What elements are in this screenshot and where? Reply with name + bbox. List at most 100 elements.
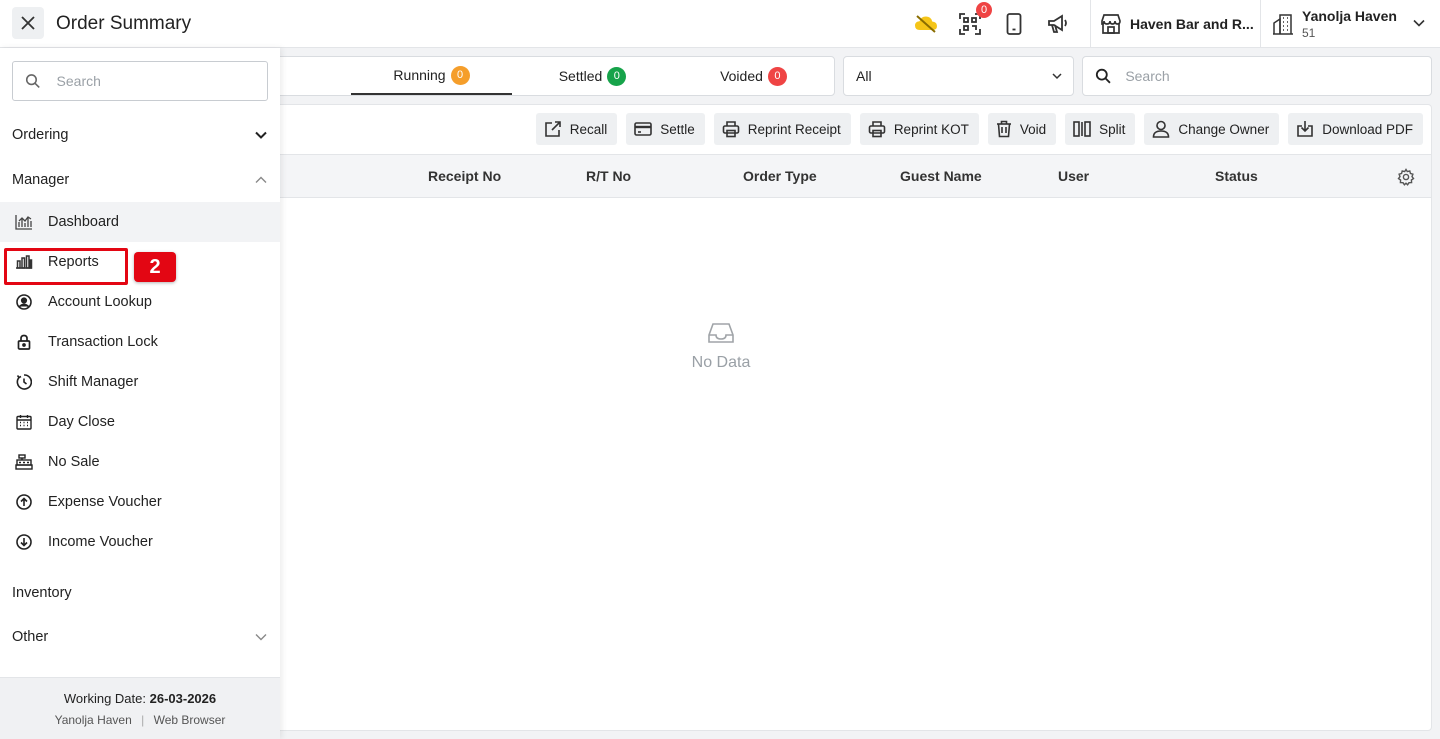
- session-meta: Yanolja Haven | Web Browser: [0, 713, 280, 727]
- tab-running[interactable]: Running 0: [351, 57, 512, 95]
- tab-voided[interactable]: Voided 0: [673, 57, 834, 95]
- user-icon: [1153, 120, 1170, 138]
- property-selector[interactable]: Yanolja Haven 51: [1272, 6, 1397, 42]
- venue-selector[interactable]: Haven Bar and R...: [1100, 12, 1254, 36]
- sidebar-item-expense-voucher[interactable]: Expense Voucher: [0, 482, 280, 522]
- tab-count-badge: 0: [767, 66, 787, 86]
- tablet-icon[interactable]: [1002, 12, 1026, 36]
- nav-group-label: Other: [12, 629, 49, 645]
- close-icon: [21, 16, 35, 30]
- button-label: Void: [1019, 121, 1047, 137]
- app-header: Order Summary 0 Haven Bar and R... Yanol…: [0, 0, 1440, 48]
- nav-group-inventory[interactable]: Inventory: [12, 582, 268, 604]
- calendar-icon: [14, 412, 34, 432]
- column-header-order-type[interactable]: Order Type: [743, 168, 817, 184]
- cloud-off-icon[interactable]: [914, 12, 938, 36]
- column-header-receipt-no[interactable]: Receipt No: [428, 168, 501, 184]
- column-header-status[interactable]: Status: [1215, 168, 1258, 184]
- download-icon: [1297, 121, 1314, 137]
- column-header-guest-name[interactable]: Guest Name: [900, 168, 982, 184]
- reprint-kot-button[interactable]: Reprint KOT: [859, 113, 979, 145]
- sidebar-item-label: Day Close: [48, 414, 115, 430]
- button-label: Reprint KOT: [893, 121, 969, 137]
- close-button[interactable]: [12, 7, 44, 39]
- sidebar-item-day-close[interactable]: Day Close: [0, 402, 280, 442]
- search-icon: [25, 74, 40, 89]
- working-date-label: Working Date:: [63, 691, 146, 706]
- arrow-up-circle-icon: [14, 492, 34, 512]
- nav-group-ordering[interactable]: Ordering: [12, 124, 268, 146]
- megaphone-icon[interactable]: [1046, 12, 1070, 36]
- trash-icon: [996, 120, 1011, 138]
- gear-icon[interactable]: [1397, 168, 1415, 189]
- tab-label: Running: [393, 67, 446, 83]
- sidebar-item-no-sale[interactable]: No Sale: [0, 442, 280, 482]
- chevron-down-icon: [1052, 73, 1062, 80]
- footer-separator: |: [141, 713, 145, 727]
- sidebar-item-account-lookup[interactable]: Account Lookup: [0, 282, 280, 322]
- tab-count-badge: 0: [450, 65, 470, 85]
- column-header-user[interactable]: User: [1058, 168, 1089, 184]
- button-label: Change Owner: [1178, 121, 1270, 137]
- button-label: Download PDF: [1322, 121, 1413, 137]
- sidebar-item-label: Shift Manager: [48, 374, 139, 390]
- filter-selected-value: All: [856, 68, 872, 84]
- tab-label: Settled: [558, 68, 603, 84]
- lock-icon: [14, 332, 34, 352]
- button-label: Settle: [660, 121, 695, 137]
- split-button[interactable]: Split: [1065, 113, 1136, 145]
- sidebar-search-input[interactable]: [56, 73, 255, 89]
- working-date-value: 26-03-2026: [149, 691, 217, 706]
- sidebar-item-transaction-lock[interactable]: Transaction Lock: [0, 322, 280, 362]
- sidebar-item-label: Transaction Lock: [48, 334, 158, 350]
- footer-property: Yanolja Haven: [54, 713, 132, 727]
- tab-settled[interactable]: Settled 0: [512, 57, 673, 95]
- user-circle-icon: [14, 292, 34, 312]
- header-divider: [1090, 0, 1091, 48]
- sidebar-item-shift-manager[interactable]: Shift Manager: [0, 362, 280, 402]
- highlight-box: [4, 248, 128, 285]
- sidebar-item-dashboard[interactable]: Dashboard: [0, 202, 280, 242]
- table-header: Receipt No R/T No Order Type Guest Name …: [271, 154, 1431, 198]
- search-input[interactable]: [1125, 68, 1419, 84]
- clock-icon: [14, 372, 34, 392]
- reprint-receipt-button[interactable]: Reprint Receipt: [713, 113, 851, 145]
- venue-name: Haven Bar and R...: [1130, 16, 1254, 32]
- sidebar-item-income-voucher[interactable]: Income Voucher: [0, 522, 280, 562]
- order-status-tabs: Running 0 Settled 0 Voided 0: [270, 56, 835, 96]
- side-navigation: Ordering Manager Dashboard Reports Accou…: [0, 48, 280, 739]
- change-owner-button[interactable]: Change Owner: [1144, 113, 1280, 145]
- nav-group-other[interactable]: Other: [12, 626, 268, 648]
- tab-label: Voided: [720, 68, 763, 84]
- chevron-down-icon[interactable]: [1412, 16, 1426, 33]
- order-search-box: [1082, 56, 1432, 96]
- credit-card-icon: [634, 122, 653, 136]
- orders-panel: Recall Settle Reprint Receipt Reprint KO…: [270, 104, 1432, 731]
- void-button[interactable]: Void: [987, 113, 1057, 145]
- split-icon: [1073, 121, 1091, 137]
- step-number-badge: 2: [134, 252, 176, 282]
- notification-count-badge: 0: [976, 2, 992, 18]
- column-header-rt-no[interactable]: R/T No: [586, 168, 631, 184]
- settle-button[interactable]: Settle: [626, 113, 705, 145]
- sidebar-item-label: Income Voucher: [48, 534, 153, 550]
- recall-button[interactable]: Recall: [535, 113, 618, 145]
- nav-group-label: Inventory: [12, 585, 72, 601]
- working-date: Working Date: 26-03-2026: [0, 691, 280, 706]
- order-filter-select[interactable]: All: [843, 56, 1074, 96]
- button-label: Reprint Receipt: [747, 121, 841, 137]
- download-pdf-button[interactable]: Download PDF: [1288, 113, 1423, 145]
- order-actions-toolbar: Recall Settle Reprint Receipt Reprint KO…: [535, 113, 1423, 145]
- printer-icon: [722, 121, 740, 138]
- footer-platform: Web Browser: [153, 713, 226, 727]
- sidebar-item-label: Expense Voucher: [48, 494, 162, 510]
- property-number: 51: [1302, 26, 1316, 40]
- nav-group-manager[interactable]: Manager: [12, 169, 268, 191]
- external-link-icon: [544, 121, 561, 137]
- button-label: Split: [1099, 121, 1126, 137]
- header-divider: [1260, 0, 1261, 48]
- chevron-down-icon: [255, 131, 267, 139]
- sidebar-search-box: [12, 61, 268, 101]
- sidebar-item-label: Dashboard: [48, 214, 119, 230]
- empty-state: No Data: [271, 321, 1171, 372]
